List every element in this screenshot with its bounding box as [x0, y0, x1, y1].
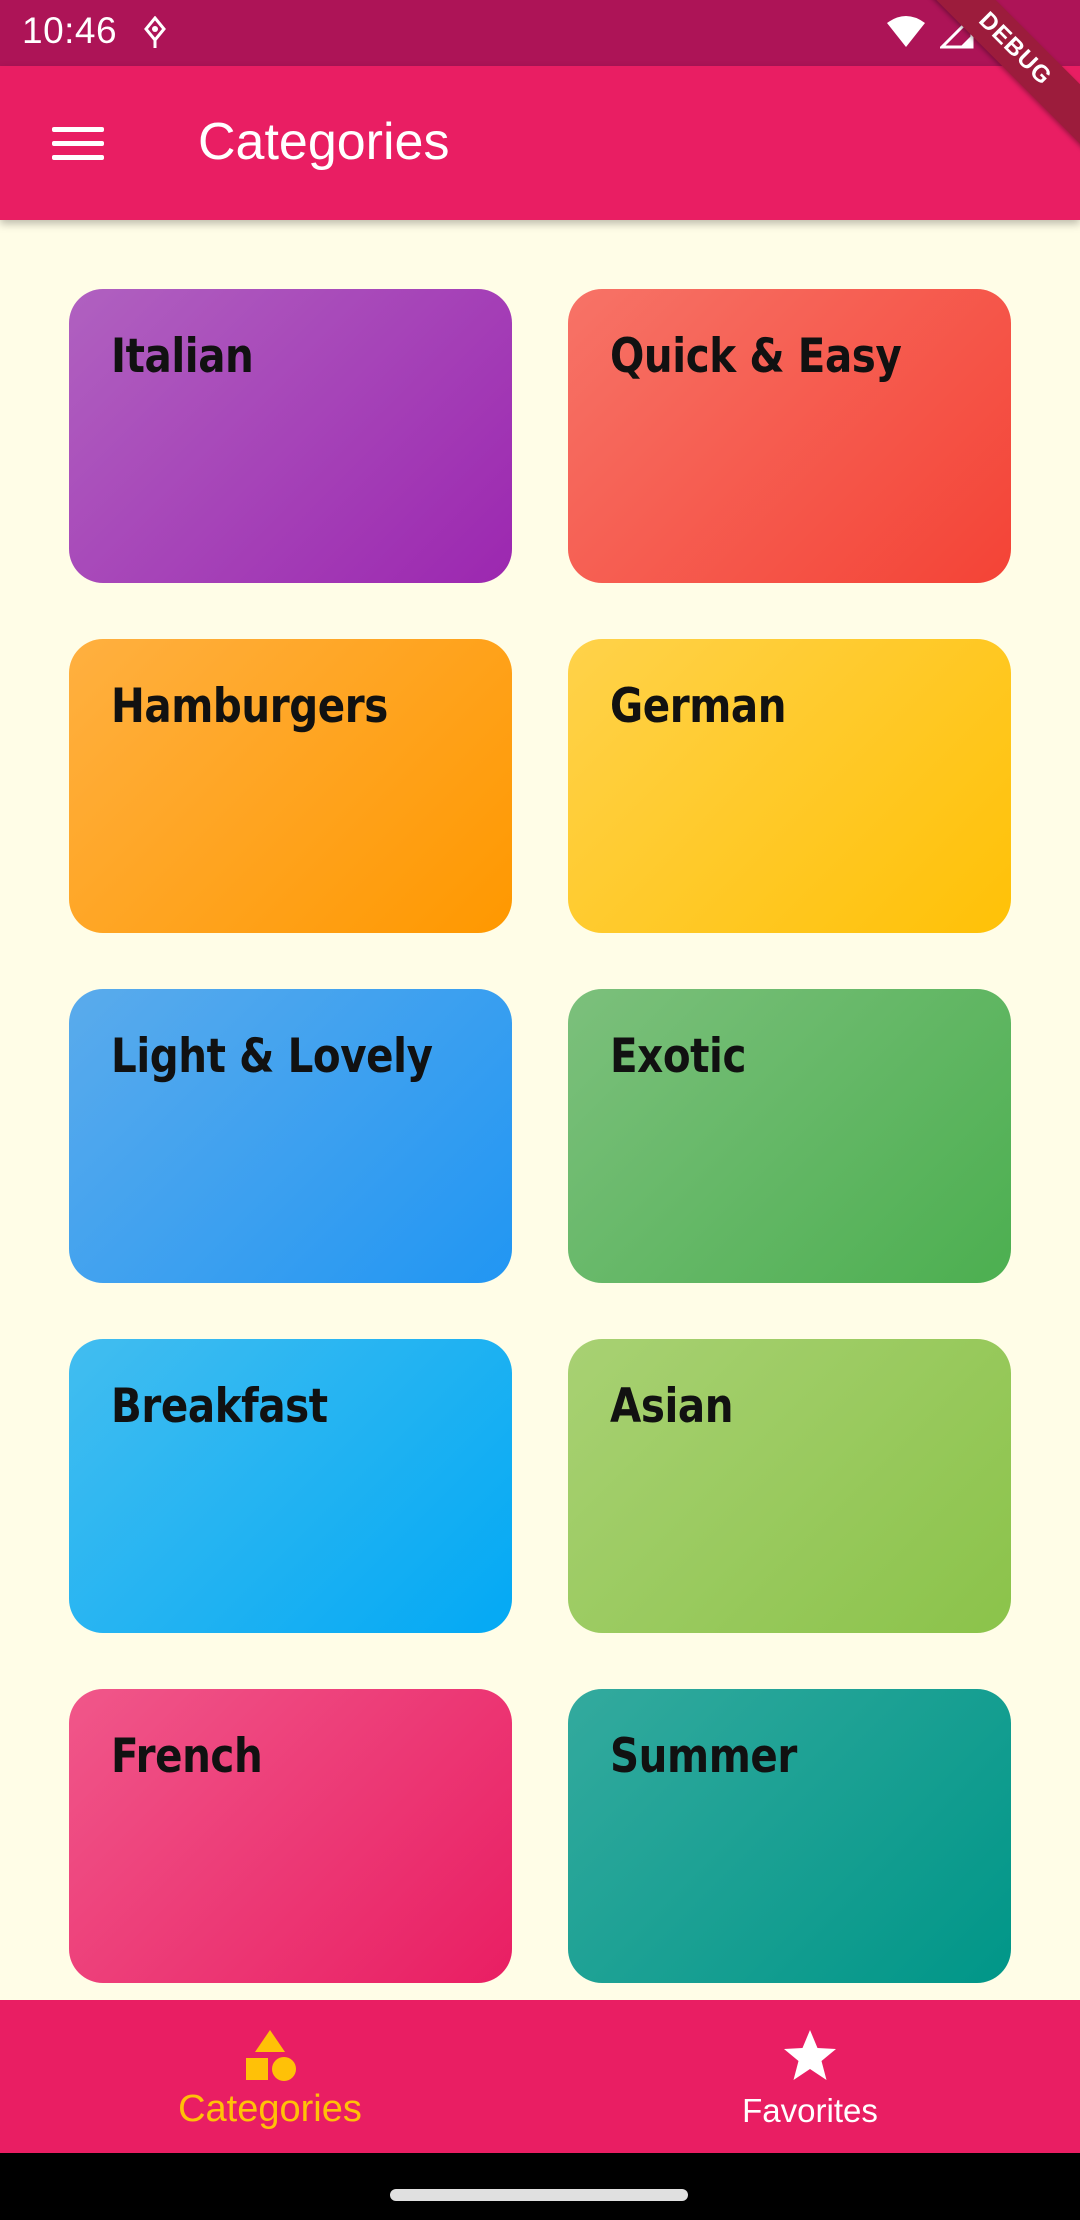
category-label: French	[111, 1729, 263, 1784]
bottom-navigation: Categories Favorites	[0, 2000, 1080, 2153]
category-label: Hamburgers	[111, 679, 388, 734]
category-card-italian[interactable]: Italian	[69, 289, 512, 583]
category-icon	[246, 2030, 296, 2081]
category-label: Italian	[111, 329, 254, 384]
category-card-german[interactable]: German	[568, 639, 1011, 933]
category-card-summer[interactable]: Summer	[568, 1689, 1011, 1983]
notification-icon	[144, 16, 166, 48]
category-label: Summer	[610, 1729, 797, 1784]
category-label: Breakfast	[111, 1379, 328, 1434]
hamburger-menu-icon[interactable]	[40, 111, 110, 175]
category-card-hamburgers[interactable]: Hamburgers	[69, 639, 512, 933]
home-gesture-handle[interactable]	[390, 2189, 688, 2201]
page-title: Categories	[198, 113, 450, 171]
star-icon	[784, 2030, 836, 2080]
category-label: German	[610, 679, 787, 734]
wifi-icon	[887, 16, 925, 47]
category-card-light-lovely[interactable]: Light & Lovely	[69, 989, 512, 1283]
nav-item-categories[interactable]: Categories	[0, 2000, 540, 2153]
system-navigation-bar	[0, 2153, 1080, 2220]
category-card-asian[interactable]: Asian	[568, 1339, 1011, 1633]
category-label: Asian	[610, 1379, 734, 1434]
category-card-french[interactable]: French	[69, 1689, 512, 1983]
app-bar: Categories	[0, 66, 1080, 220]
category-card-quick-easy[interactable]: Quick & Easy	[568, 289, 1011, 583]
category-label: Exotic	[610, 1029, 747, 1084]
category-label: Light & Lovely	[111, 1029, 433, 1084]
nav-label-categories: Categories	[178, 2088, 362, 2130]
category-card-exotic[interactable]: Exotic	[568, 989, 1011, 1283]
status-bar: 10:46	[0, 0, 1080, 66]
category-grid: Italian Quick & Easy Hamburgers German Light…	[69, 289, 1012, 1983]
nav-item-favorites[interactable]: Favorites	[540, 2000, 1080, 2153]
nav-label-favorites: Favorites	[742, 2092, 878, 2129]
category-label: Quick & Easy	[610, 329, 902, 384]
status-time: 10:46	[22, 10, 118, 51]
category-card-breakfast[interactable]: Breakfast	[69, 1339, 512, 1633]
